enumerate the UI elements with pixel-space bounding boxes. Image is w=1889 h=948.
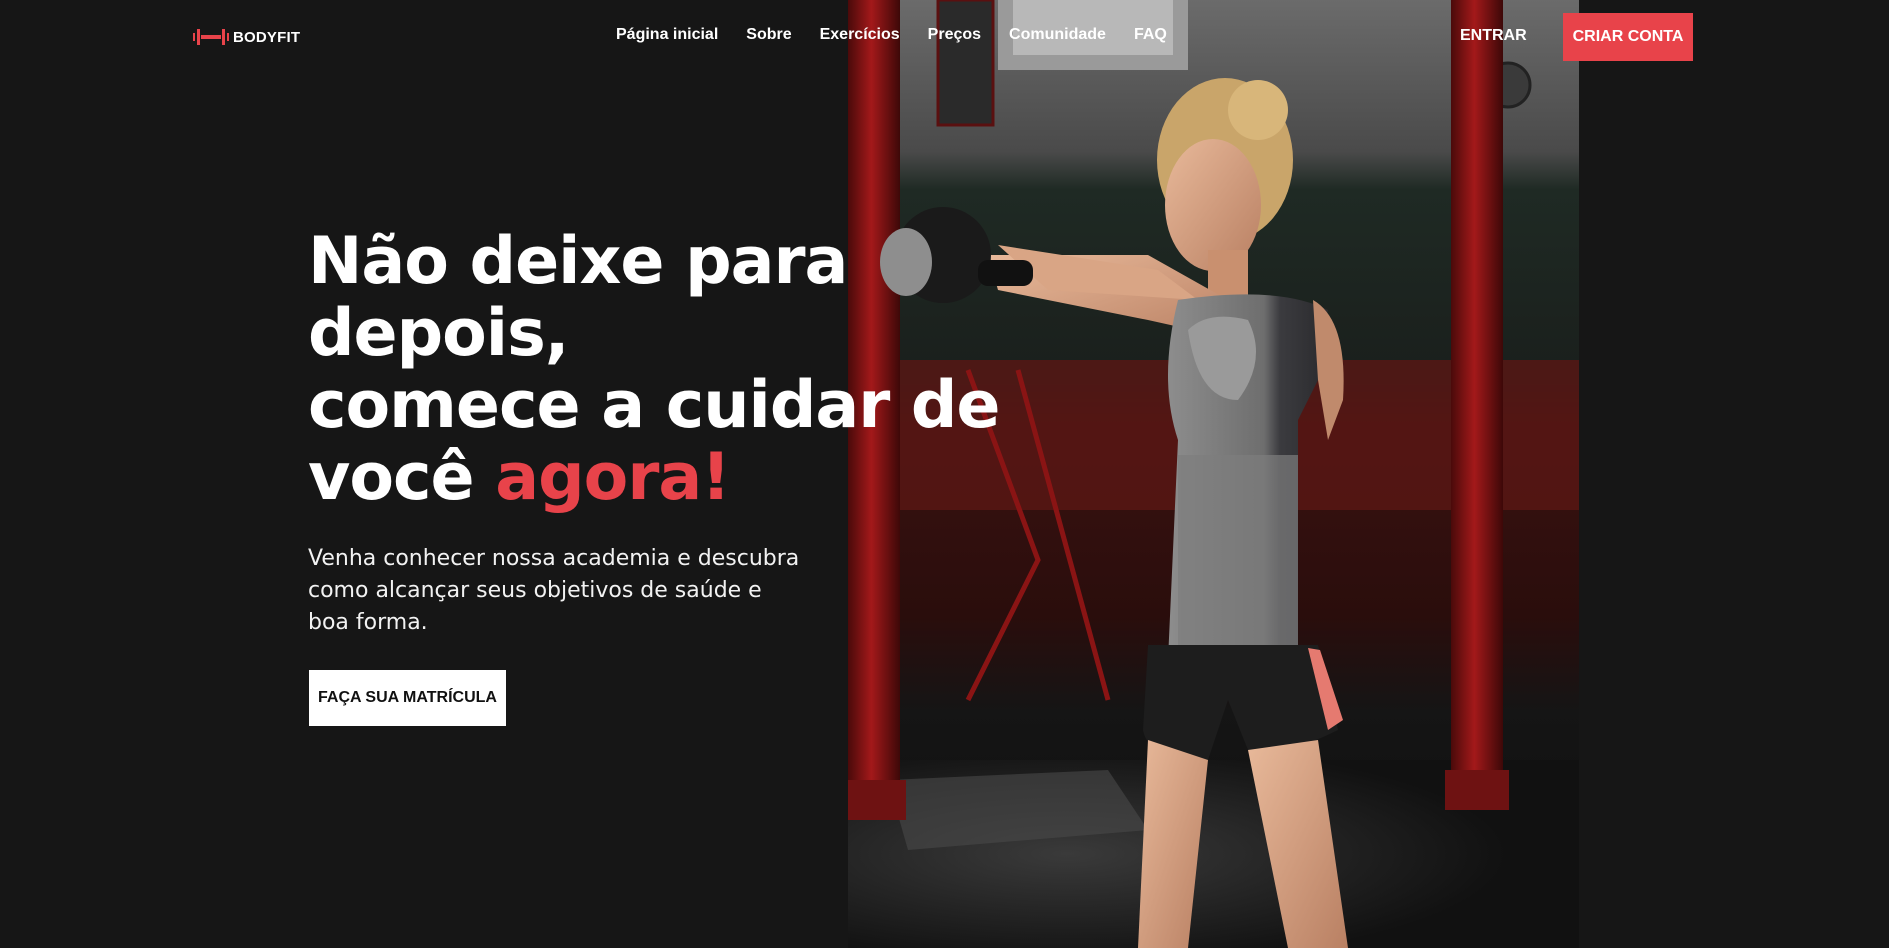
hero-subtitle: Venha conhecer nossa academia e descubra… <box>308 543 800 639</box>
site-header: BODYFIT Página inicial Sobre Exercícios … <box>0 0 1889 74</box>
hero-subtitle-line-3: boa forma. <box>308 610 428 635</box>
hero-title-line-4: você agora! <box>308 442 1028 514</box>
brand-logo[interactable]: BODYFIT <box>193 26 300 48</box>
nav-link-home[interactable]: Página inicial <box>616 26 718 44</box>
hero-subtitle-line-1: Venha conhecer nossa academia e descubra <box>308 546 800 571</box>
hero-title: Não deixe para depois, comece a cuidar d… <box>308 226 1028 514</box>
nav-link-about[interactable]: Sobre <box>746 26 791 44</box>
nav-link-community[interactable]: Comunidade <box>1009 26 1106 44</box>
landing-page: BODYFIT Página inicial Sobre Exercícios … <box>0 0 1889 948</box>
hero-subtitle-line-2: como alcançar seus objetivos de saúde e <box>308 578 762 603</box>
nav-link-faq[interactable]: FAQ <box>1134 26 1167 44</box>
login-link[interactable]: ENTRAR <box>1460 27 1527 45</box>
signup-button[interactable]: CRIAR CONTA <box>1563 13 1693 61</box>
hero-title-line-2: depois, <box>308 296 569 371</box>
hero-title-line-1: Não deixe para <box>308 224 848 299</box>
brand-name: BODYFIT <box>233 28 301 46</box>
nav-link-pricing[interactable]: Preços <box>928 26 981 44</box>
dumbbell-icon <box>193 29 229 45</box>
main-nav: Página inicial Sobre Exercícios Preços C… <box>616 26 1167 44</box>
hero-title-accent: agora! <box>495 440 731 515</box>
nav-link-exercises[interactable]: Exercícios <box>820 26 900 44</box>
hero-title-line-3: comece a cuidar de <box>308 368 1001 443</box>
hero-title-line-4-prefix: você <box>308 440 496 515</box>
enroll-button[interactable]: FAÇA SUA MATRÍCULA <box>309 670 506 726</box>
